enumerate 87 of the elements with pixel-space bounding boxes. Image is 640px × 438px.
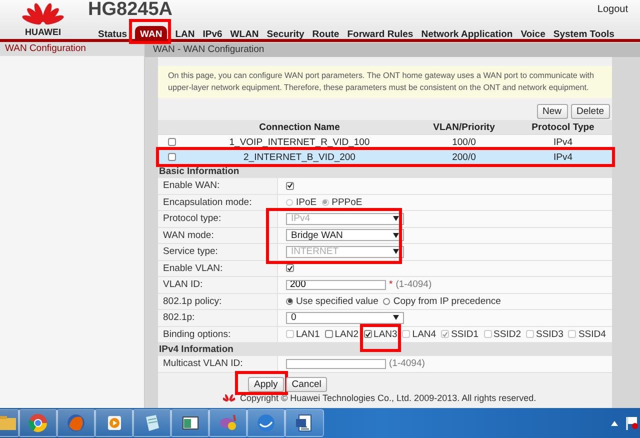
range-hint: (1-4094) xyxy=(389,358,425,370)
checkbox[interactable] xyxy=(286,182,294,190)
checkbox-label: SSID4 xyxy=(578,328,606,340)
petal-logo-icon xyxy=(21,2,65,26)
petal-logo-icon xyxy=(223,394,235,402)
field-label: Multicast VLAN ID: xyxy=(158,356,278,372)
nav-tab[interactable]: Forward Rules xyxy=(347,26,414,43)
table-cell-text: 1_VOIP_INTERNET_R_VID_100 xyxy=(228,136,371,148)
radio-button[interactable] xyxy=(286,298,293,305)
nav-tab[interactable]: Voice xyxy=(520,26,546,43)
field-label: 802.1p: xyxy=(158,310,278,326)
table-row[interactable]: 2_INTERNET_B_VID_200 200/0 IPv4 xyxy=(158,150,612,165)
field-label: 802.1p policy: xyxy=(158,294,278,309)
dropdown[interactable]: Bridge WAN xyxy=(286,229,404,242)
checkbox[interactable] xyxy=(324,330,333,338)
action-button[interactable]: Delete xyxy=(570,104,610,119)
flag-icon[interactable] xyxy=(626,416,638,430)
nav-tab[interactable]: Network Application xyxy=(421,26,513,43)
range-hint: (1-4094) xyxy=(396,279,432,290)
checkbox[interactable] xyxy=(168,138,176,146)
field-label: Protocol type: xyxy=(158,211,278,226)
dropdown[interactable]: 0 xyxy=(286,312,404,324)
checkbox[interactable] xyxy=(168,153,176,161)
form-button[interactable]: Cancel xyxy=(286,376,328,392)
field-label: Service type: xyxy=(158,244,278,260)
column-header: Protocol Type xyxy=(530,122,596,132)
table-cell-text: 2_INTERNET_B_VID_200 xyxy=(242,152,356,162)
column-header: Connection Name xyxy=(258,122,341,132)
fox-logo-icon xyxy=(66,413,86,433)
checkbox-label: SSID1 xyxy=(451,328,479,340)
round-logo-icon xyxy=(28,413,48,433)
caret-icon xyxy=(393,216,399,222)
radio-label: IPoE xyxy=(296,196,317,208)
field-label: WAN mode: xyxy=(158,228,278,243)
nav-tab[interactable]: Route xyxy=(312,26,340,43)
field-label: Enable VLAN: xyxy=(158,260,278,276)
checkbox-label: LAN2 xyxy=(334,328,359,340)
nav-tab[interactable]: Status xyxy=(98,26,128,43)
radio-label: Copy from IP precedence xyxy=(393,296,501,307)
field-label: Enable WAN: xyxy=(158,178,278,194)
radio-label: PPPoE xyxy=(332,196,362,208)
field-label: Encapsulation mode: xyxy=(158,194,278,210)
input-field[interactable]: 200 xyxy=(286,280,386,290)
column-header: VLAN/Priority xyxy=(432,122,496,132)
checkbox-label: SSID3 xyxy=(536,328,564,340)
checkbox-label: LAN1 xyxy=(296,328,320,340)
checkbox-label: SSID2 xyxy=(494,328,521,340)
logout-link[interactable]: Logout xyxy=(597,4,628,15)
taskbar-button[interactable] xyxy=(284,409,324,437)
document-icon xyxy=(294,413,314,433)
taskbar-button[interactable] xyxy=(170,409,210,437)
up-arrow-icon[interactable] xyxy=(611,420,618,426)
taskbar-button[interactable] xyxy=(94,409,134,437)
field-label: VLAN ID: xyxy=(158,277,278,292)
table-cell-text: 200/0 xyxy=(451,152,477,162)
caret-icon xyxy=(393,249,399,254)
section-title: IPv4 Information xyxy=(158,343,612,356)
nav-tab[interactable]: System Tools xyxy=(553,26,614,43)
messenger-icon xyxy=(218,413,238,433)
radio-button[interactable] xyxy=(383,298,390,305)
nav-tab[interactable]: LAN xyxy=(175,26,195,43)
folder-icon xyxy=(0,413,18,433)
table-cell-text: 100/0 xyxy=(451,136,477,148)
radio-label: Use specified value xyxy=(296,296,378,307)
caret-icon xyxy=(393,315,399,320)
brand-name: HUAWEI xyxy=(25,27,61,37)
checkbox[interactable] xyxy=(364,330,372,338)
nav-tab[interactable]: WLAN xyxy=(230,26,259,43)
table-cell-text: IPv4 xyxy=(552,136,574,148)
swirl-logo-icon xyxy=(256,413,276,433)
checkbox-label: LAN3 xyxy=(374,328,398,340)
copyright-text: Copyright © Huawei Technologies Co., Ltd. 2009-2013. All rights reserved. xyxy=(240,392,536,402)
table-cell-text: IPv4 xyxy=(552,152,574,162)
breadcrumb: WAN - WAN Configuration xyxy=(145,43,640,57)
checkbox[interactable] xyxy=(286,264,294,272)
nav-tab[interactable]: Security xyxy=(266,26,304,43)
nav-tab[interactable]: IPv6 xyxy=(202,26,222,43)
info-notice: On this page, you can configure WAN port parameters. The ONT home gateway uses a WAN port to communicate with upper-layer network equipment. Therefore, these parameters must be consistent on the ONT and network equipment. xyxy=(158,66,612,98)
model-name: HG8245A xyxy=(88,0,172,20)
input-field[interactable] xyxy=(286,358,386,369)
caret-icon xyxy=(393,232,399,238)
checkbox-label: LAN4 xyxy=(412,328,436,340)
sidebar-item[interactable]: WAN Configuration xyxy=(0,42,144,56)
form-button[interactable]: Apply xyxy=(248,376,284,392)
action-button[interactable]: New xyxy=(536,104,568,119)
field-label: Binding options: xyxy=(158,326,278,342)
required-mark: * xyxy=(389,279,393,290)
